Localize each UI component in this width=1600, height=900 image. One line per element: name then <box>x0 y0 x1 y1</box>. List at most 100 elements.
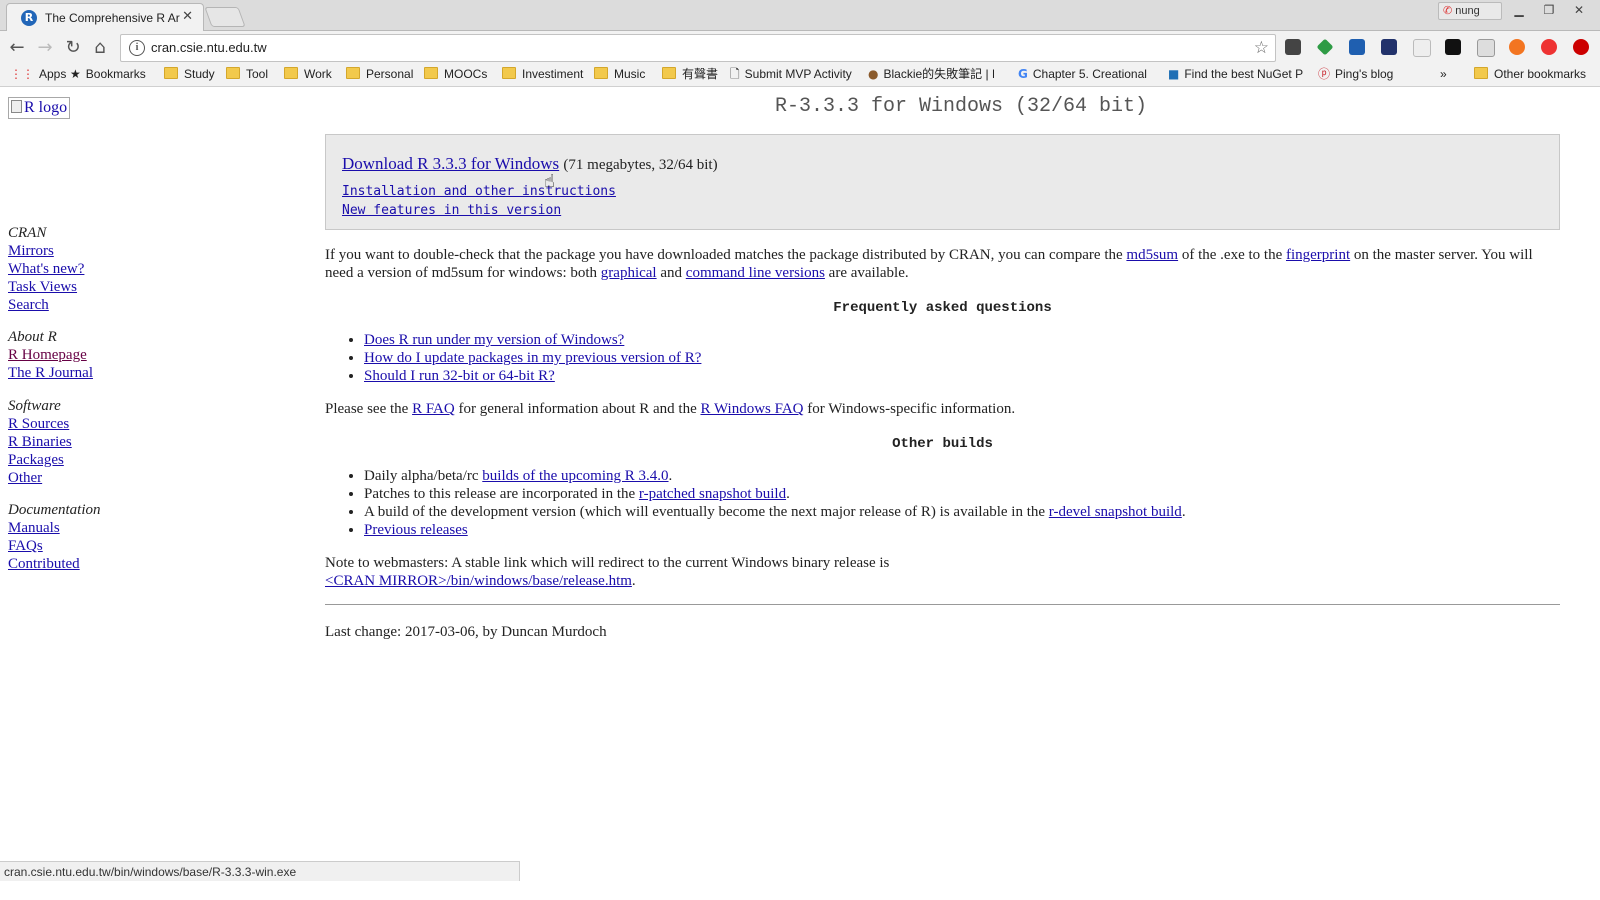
release-link[interactable]: <CRAN MIRROR>/bin/windows/base/release.h… <box>325 573 632 589</box>
sidebar-link-r-sources[interactable]: R Sources <box>8 415 72 433</box>
download-size: (71 megabytes, 32/64 bit) <box>563 157 718 173</box>
bookmark-moocs[interactable]: MOOCs <box>424 63 487 86</box>
bookmark-chapter5[interactable]: G Chapter 5. Creational <box>1018 63 1154 86</box>
close-icon[interactable]: ✕ <box>182 9 193 25</box>
extension-icon[interactable] <box>1413 39 1431 57</box>
sidebar-heading: CRAN <box>8 225 47 241</box>
sidebar-link-r-journal[interactable]: The R Journal <box>8 364 93 382</box>
bookmark-personal[interactable]: Personal <box>346 63 413 86</box>
sidebar-about: About R R Homepage The R Journal <box>8 328 93 382</box>
sidebar-link-manuals[interactable]: Manuals <box>8 519 100 537</box>
extension-icon[interactable] <box>1445 39 1461 55</box>
download-link[interactable]: Download R 3.3.3 for Windows <box>342 154 559 173</box>
bookmarks-bar: ⋮⋮ Apps ★ Bookmarks Study Tool Work Person… <box>0 63 1600 87</box>
url-text[interactable]: cran.csie.ntu.edu.tw <box>151 39 267 57</box>
sidebar-link-r-homepage[interactable]: R Homepage <box>8 346 93 364</box>
sidebar-link-packages[interactable]: Packages <box>8 451 72 469</box>
command-line-versions-link[interactable]: command line versions <box>686 265 825 281</box>
reload-icon[interactable]: ↻ <box>62 37 84 59</box>
home-icon[interactable]: ⌂ <box>89 37 111 59</box>
status-bar: cran.csie.ntu.edu.tw/bin/windows/base/R-… <box>0 861 520 881</box>
bookmark-submit-mvp[interactable]: 🗋 Submit MVP Activity <box>730 63 852 86</box>
bookmark-pings-blog[interactable]: ⓟ Ping's blog <box>1318 63 1393 86</box>
extension-icon[interactable] <box>1573 39 1589 55</box>
bookmarks-overflow-button[interactable]: » <box>1440 63 1447 86</box>
previous-releases-link[interactable]: Previous releases <box>364 522 468 538</box>
upcoming-builds-link[interactable]: builds of the upcoming R 3.4.0 <box>482 468 668 484</box>
faq-link-update-packages[interactable]: How do I update packages in my previous … <box>364 350 701 366</box>
r-logo[interactable]: R logo <box>8 97 70 119</box>
restore-icon[interactable]: ❐ <box>1536 2 1562 18</box>
info-icon[interactable]: i <box>129 40 145 56</box>
r-faq-link[interactable]: R FAQ <box>412 401 455 417</box>
avatar-icon: ● <box>868 67 879 81</box>
fingerprint-link[interactable]: fingerprint <box>1286 247 1350 263</box>
hand-cursor-icon: ☝ <box>544 171 555 192</box>
extension-icon[interactable] <box>1316 38 1334 56</box>
new-tab-button[interactable] <box>204 7 246 27</box>
md5sum-link[interactable]: md5sum <box>1126 247 1178 263</box>
graphical-link[interactable]: graphical <box>601 265 657 281</box>
back-icon[interactable]: ← <box>6 37 28 59</box>
profile-button[interactable]: ✆ nung <box>1438 2 1502 20</box>
extension-icon[interactable] <box>1477 39 1495 57</box>
star-icon: ★ <box>70 67 81 81</box>
bookmark-music[interactable]: Music <box>594 63 645 86</box>
bookmark-investiment[interactable]: Investiment <box>502 63 583 86</box>
list-item: Daily alpha/beta/rc builds of the upcomi… <box>364 467 1186 485</box>
r-patched-link[interactable]: r-patched snapshot build <box>639 486 786 502</box>
bookmark-audiobooks[interactable]: 有聲書 <box>662 63 718 86</box>
extension-icon[interactable] <box>1349 39 1365 55</box>
list-item: How do I update packages in my previous … <box>364 349 701 367</box>
bookmark-study[interactable]: Study <box>164 63 215 86</box>
webmaster-note: Note to webmasters: A stable link which … <box>325 555 890 589</box>
sidebar-link-other[interactable]: Other <box>8 469 72 487</box>
minimize-icon[interactable]: ▁ <box>1506 2 1532 18</box>
new-features-link[interactable]: New features in this version <box>342 202 561 219</box>
address-bar[interactable]: i cran.csie.ntu.edu.tw ☆ <box>120 34 1276 62</box>
list-item: A build of the development version (whic… <box>364 503 1186 521</box>
star-icon[interactable]: ☆ <box>1254 37 1269 59</box>
bookmark-work[interactable]: Work <box>284 63 332 86</box>
sidebar-link-task-views[interactable]: Task Views <box>8 278 84 296</box>
bookmark-other[interactable]: Other bookmarks <box>1474 63 1586 86</box>
install-instructions-link[interactable]: Installation and other instructions <box>342 183 616 200</box>
sidebar-link-r-binaries[interactable]: R Binaries <box>8 433 72 451</box>
sidebar-link-faqs[interactable]: FAQs <box>8 537 100 555</box>
close-window-icon[interactable]: ✕ <box>1566 2 1592 18</box>
faq-reference-paragraph: Please see the R FAQ for general informa… <box>325 401 1016 417</box>
bookmark-blackie[interactable]: ● Blackie的失敗筆記 | Bl <box>868 63 994 86</box>
r-devel-link[interactable]: r-devel snapshot build <box>1049 504 1182 520</box>
tab-active[interactable]: R The Comprehensive R Ar ✕ <box>6 3 204 31</box>
r-windows-faq-link[interactable]: R Windows FAQ <box>700 401 803 417</box>
bookmark-tool[interactable]: Tool <box>226 63 268 86</box>
sidebar-link-search[interactable]: Search <box>8 296 84 314</box>
folder-icon <box>226 67 240 79</box>
sidebar-heading: Documentation <box>8 502 101 518</box>
apps-grid-icon: ⋮⋮ <box>10 67 34 81</box>
forward-icon[interactable]: → <box>34 37 56 59</box>
sidebar-link-contributed[interactable]: Contributed <box>8 555 100 573</box>
extension-icon[interactable] <box>1509 39 1525 55</box>
faq-link-windows-version[interactable]: Does R run under my version of Windows? <box>364 332 624 348</box>
folder-icon <box>424 67 438 79</box>
toolbar: ← → ↻ ⌂ i cran.csie.ntu.edu.tw ☆ <box>0 31 1600 63</box>
sidebar-link-whats-new[interactable]: What's new? <box>8 260 84 278</box>
extension-icon[interactable] <box>1541 39 1557 55</box>
divider <box>325 604 1560 605</box>
extension-icon[interactable] <box>1381 39 1397 55</box>
r-favicon-icon: R <box>21 10 37 26</box>
last-change: Last change: 2017-03-06, by Duncan Murdo… <box>325 624 607 640</box>
folder-icon <box>284 67 298 79</box>
bookmark-nuget[interactable]: ■ Find the best NuGet P <box>1168 63 1304 86</box>
bookmark-apps[interactable]: ⋮⋮ Apps <box>10 63 66 86</box>
folder-icon <box>1474 67 1488 79</box>
pocket-icon[interactable] <box>1285 39 1301 55</box>
folder-icon <box>502 67 516 79</box>
list-item: Patches to this release are incorporated… <box>364 485 1186 503</box>
faq-link-32-or-64[interactable]: Should I run 32-bit or 64-bit R? <box>364 368 555 384</box>
folder-icon <box>346 67 360 79</box>
list-item: Previous releases <box>364 521 1186 539</box>
bookmark-bookmarks[interactable]: ★ Bookmarks <box>70 63 146 86</box>
sidebar-link-mirrors[interactable]: Mirrors <box>8 242 84 260</box>
